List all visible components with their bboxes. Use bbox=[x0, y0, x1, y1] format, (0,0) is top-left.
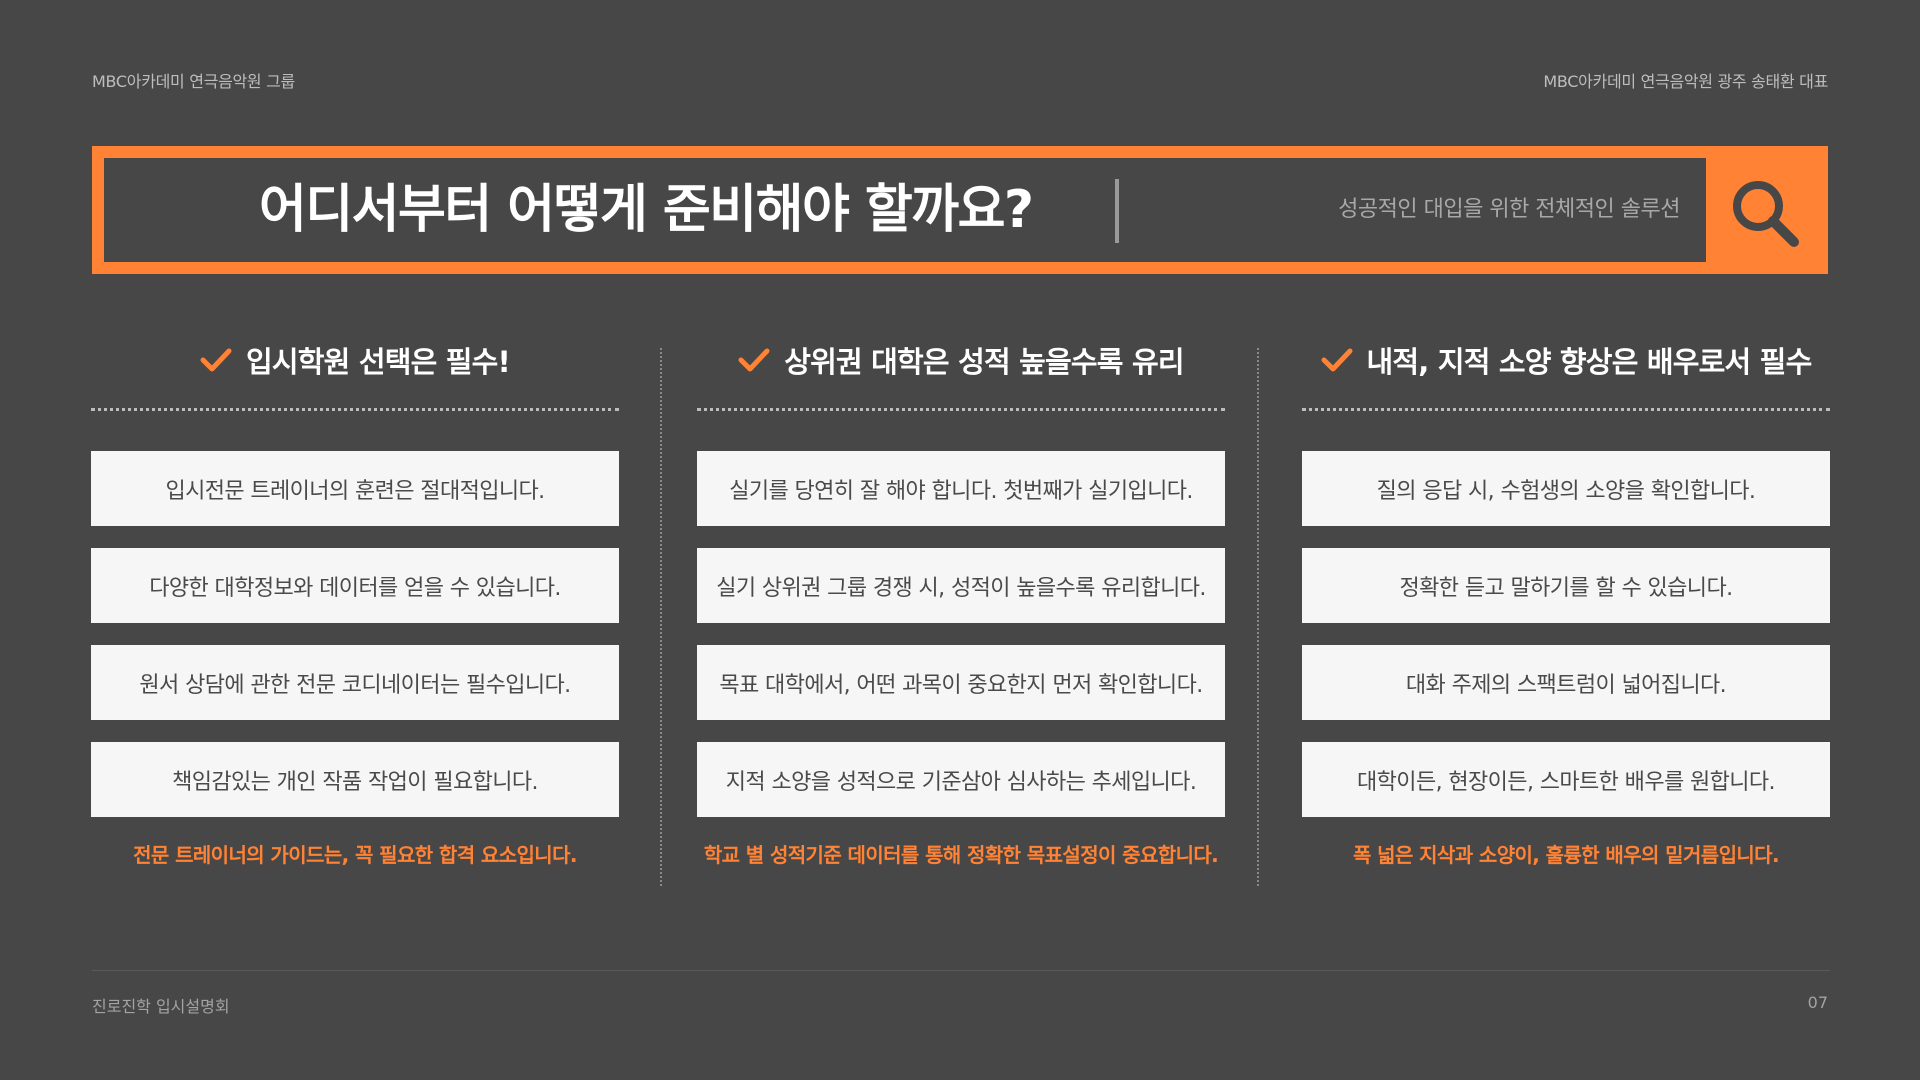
search-hint-text: 성공적인 대입을 위한 전체적인 솔루션 bbox=[1338, 197, 1680, 222]
footer-divider bbox=[92, 970, 1830, 971]
search-query-text: 어디서부터 어떻게 준비해야 할까요? bbox=[259, 180, 1034, 240]
column-title: 상위권 대학은 성적 높을수록 유리 bbox=[784, 345, 1184, 379]
checkmark-icon bbox=[200, 347, 232, 373]
search-icon bbox=[1733, 181, 1799, 247]
text-cursor bbox=[1115, 179, 1119, 243]
header-group-name: MBC아카데미 연극음악원 그룹 bbox=[92, 72, 295, 91]
column-heading: 상위권 대학은 성적 높을수록 유리 bbox=[697, 336, 1225, 384]
info-card: 정확한 듣고 말하기를 할 수 있습니다. bbox=[1302, 548, 1830, 623]
column-title: 내적, 지적 소양 향상은 배우로서 필수 bbox=[1366, 345, 1813, 379]
info-card: 실기 상위권 그룹 경쟁 시, 성적이 높을수록 유리합니다. bbox=[697, 548, 1225, 623]
info-card: 입시전문 트레이너의 훈련은 절대적입니다. bbox=[91, 451, 619, 526]
checkmark-icon bbox=[1321, 347, 1353, 373]
info-card: 지적 소양을 성적으로 기준삼아 심사하는 추세입니다. bbox=[697, 742, 1225, 817]
info-card: 질의 응답 시, 수험생의 소양을 확인합니다. bbox=[1302, 451, 1830, 526]
column-grades: 상위권 대학은 성적 높을수록 유리 실기를 당연히 잘 해야 합니다. 첫번째… bbox=[697, 336, 1225, 868]
column-separator bbox=[660, 348, 662, 886]
column-heading: 내적, 지적 소양 향상은 배우로서 필수 bbox=[1302, 336, 1830, 384]
info-card: 실기를 당연히 잘 해야 합니다. 첫번째가 실기입니다. bbox=[697, 451, 1225, 526]
footer-title: 진로진학 입시설명회 bbox=[92, 997, 230, 1016]
search-input[interactable]: 어디서부터 어떻게 준비해야 할까요? 성공적인 대입을 위한 전체적인 솔루션 bbox=[104, 158, 1706, 262]
search-bar[interactable]: 어디서부터 어떻게 준비해야 할까요? 성공적인 대입을 위한 전체적인 솔루션 bbox=[92, 146, 1828, 274]
info-card: 목표 대학에서, 어떤 과목이 중요한지 먼저 확인합니다. bbox=[697, 645, 1225, 720]
page-number: 07 bbox=[1807, 993, 1828, 1012]
search-button[interactable] bbox=[1706, 146, 1828, 274]
column-heading: 입시학원 선택은 필수! bbox=[91, 336, 619, 384]
column-title: 입시학원 선택은 필수! bbox=[246, 345, 511, 379]
column-note: 학교 별 성적기준 데이터를 통해 정확한 목표설정이 중요합니다. bbox=[703, 843, 1219, 867]
dotted-divider bbox=[1302, 408, 1830, 411]
column-cultivation: 내적, 지적 소양 향상은 배우로서 필수 질의 응답 시, 수험생의 소양을 … bbox=[1302, 336, 1830, 868]
info-card: 대화 주제의 스팩트럼이 넓어집니다. bbox=[1302, 645, 1830, 720]
info-card: 원서 상담에 관한 전문 코디네이터는 필수입니다. bbox=[91, 645, 619, 720]
info-card: 대학이든, 현장이든, 스마트한 배우를 원합니다. bbox=[1302, 742, 1830, 817]
info-card: 다양한 대학정보와 데이터를 얻을 수 있습니다. bbox=[91, 548, 619, 623]
dotted-divider bbox=[91, 408, 619, 411]
checkmark-icon bbox=[738, 347, 770, 373]
column-note: 폭 넓은 지삭과 소양이, 훌륭한 배우의 밑거름입니다. bbox=[1353, 843, 1780, 867]
info-card: 책임감있는 개인 작품 작업이 필요합니다. bbox=[91, 742, 619, 817]
header-presenter: MBC아카데미 연극음악원 광주 송태환 대표 bbox=[1543, 72, 1828, 91]
column-note: 전문 트레이너의 가이드는, 꼭 필요한 합격 요소입니다. bbox=[133, 843, 577, 867]
dotted-divider bbox=[697, 408, 1225, 411]
column-academy: 입시학원 선택은 필수! 입시전문 트레이너의 훈련은 절대적입니다. 다양한 … bbox=[91, 336, 619, 868]
column-separator bbox=[1257, 348, 1259, 886]
